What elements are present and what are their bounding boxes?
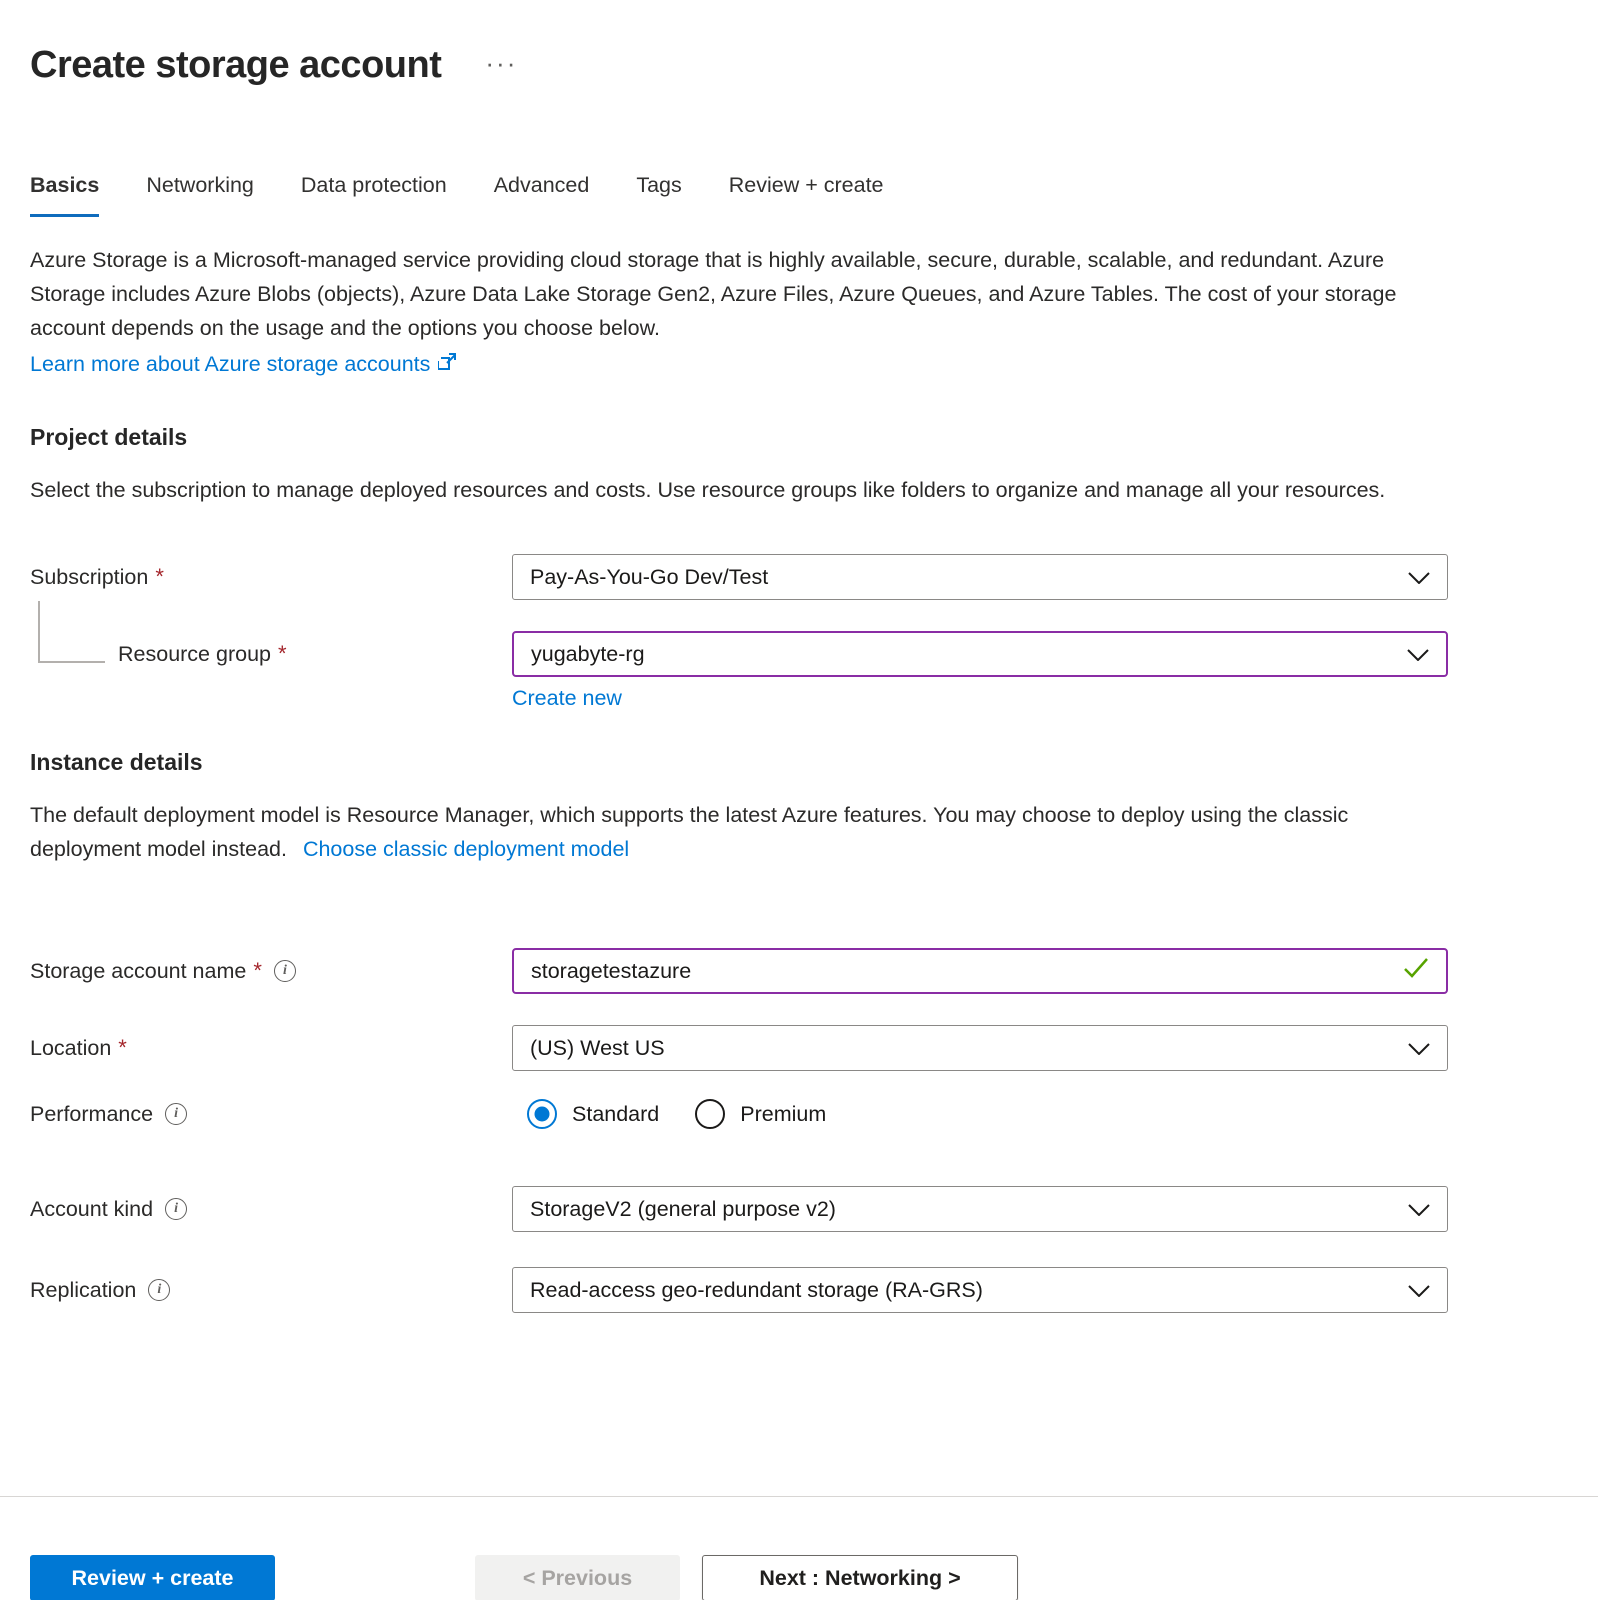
performance-row: Performance i Standard Premium xyxy=(30,1099,1568,1129)
replication-select[interactable]: Read-access geo-redundant storage (RA-GR… xyxy=(512,1267,1448,1313)
resource-group-value: yugabyte-rg xyxy=(531,642,645,667)
more-menu-button[interactable]: ··· xyxy=(485,50,517,76)
review-create-button[interactable]: Review + create xyxy=(30,1555,275,1600)
project-details-description: Select the subscription to manage deploy… xyxy=(30,473,1442,507)
performance-label: Performance i xyxy=(30,1102,512,1127)
create-new-link[interactable]: Create new xyxy=(512,686,622,711)
tab-data-protection[interactable]: Data protection xyxy=(301,173,447,217)
location-value: (US) West US xyxy=(530,1036,665,1061)
resource-group-select[interactable]: yugabyte-rg xyxy=(512,631,1448,677)
location-select[interactable]: (US) West US xyxy=(512,1025,1448,1071)
tab-advanced[interactable]: Advanced xyxy=(494,173,590,217)
account-kind-value: StorageV2 (general purpose v2) xyxy=(530,1197,836,1222)
account-kind-row: Account kind i StorageV2 (general purpos… xyxy=(30,1186,1568,1232)
footer-actions: Review + create < Previous Next : Networ… xyxy=(30,1555,1568,1600)
performance-radio-group: Standard Premium xyxy=(512,1099,1448,1129)
resource-group-label: Resource group * xyxy=(30,641,512,667)
chevron-down-icon xyxy=(1408,1036,1430,1061)
learn-more-link[interactable]: Learn more about Azure storage accounts xyxy=(30,348,458,380)
required-asterisk: * xyxy=(118,1035,127,1061)
info-icon[interactable]: i xyxy=(165,1198,187,1220)
resource-group-row: Resource group * yugabyte-rg xyxy=(30,631,1568,677)
location-row: Location * (US) West US xyxy=(30,1025,1568,1071)
wizard-tabs: Basics Networking Data protection Advanc… xyxy=(30,173,1568,217)
choose-classic-deployment-link[interactable]: Choose classic deployment model xyxy=(303,837,629,861)
location-label: Location * xyxy=(30,1035,512,1061)
subscription-select[interactable]: Pay-As-You-Go Dev/Test xyxy=(512,554,1448,600)
tab-basics[interactable]: Basics xyxy=(30,173,99,217)
next-networking-button[interactable]: Next : Networking > xyxy=(702,1555,1018,1600)
storage-account-name-input[interactable] xyxy=(531,959,1403,984)
instance-details-description: The default deployment model is Resource… xyxy=(30,798,1420,866)
required-asterisk: * xyxy=(278,641,287,667)
info-icon[interactable]: i xyxy=(165,1103,187,1125)
replication-label: Replication i xyxy=(30,1278,512,1303)
account-kind-label: Account kind i xyxy=(30,1197,512,1222)
performance-option-standard[interactable]: Standard xyxy=(527,1099,659,1129)
tab-networking[interactable]: Networking xyxy=(146,173,254,217)
info-icon[interactable]: i xyxy=(148,1279,170,1301)
chevron-down-icon xyxy=(1407,642,1429,667)
replication-value: Read-access geo-redundant storage (RA-GR… xyxy=(530,1278,983,1303)
chevron-down-icon xyxy=(1408,565,1430,590)
chevron-down-icon xyxy=(1408,1278,1430,1303)
required-asterisk: * xyxy=(155,564,164,590)
subscription-value: Pay-As-You-Go Dev/Test xyxy=(530,565,768,590)
subscription-label: Subscription * xyxy=(30,564,512,590)
replication-row: Replication i Read-access geo-redundant … xyxy=(30,1267,1568,1313)
footer-divider xyxy=(0,1496,1598,1497)
learn-more-label: Learn more about Azure storage accounts xyxy=(30,349,430,379)
intro-text: Azure Storage is a Microsoft-managed ser… xyxy=(30,243,1442,345)
page-title: Create storage account xyxy=(30,44,441,87)
storage-account-name-label: Storage account name * i xyxy=(30,958,512,984)
valid-check-icon xyxy=(1403,957,1429,985)
radio-selected-icon xyxy=(527,1099,557,1129)
external-link-icon xyxy=(438,350,458,380)
required-asterisk: * xyxy=(253,958,262,984)
account-kind-select[interactable]: StorageV2 (general purpose v2) xyxy=(512,1186,1448,1232)
performance-option-premium[interactable]: Premium xyxy=(695,1099,826,1129)
page-header: Create storage account ··· xyxy=(30,44,1568,87)
previous-button[interactable]: < Previous xyxy=(475,1555,680,1600)
radio-unselected-icon xyxy=(695,1099,725,1129)
subscription-row: Subscription * Pay-As-You-Go Dev/Test xyxy=(30,554,1568,600)
hierarchy-connector-line xyxy=(38,601,105,663)
tab-tags[interactable]: Tags xyxy=(636,173,681,217)
storage-account-name-field xyxy=(512,948,1448,994)
project-details-heading: Project details xyxy=(30,424,1568,451)
storage-account-name-row: Storage account name * i xyxy=(30,948,1568,994)
chevron-down-icon xyxy=(1408,1197,1430,1222)
info-icon[interactable]: i xyxy=(274,960,296,982)
tab-review-create[interactable]: Review + create xyxy=(729,173,884,217)
instance-details-heading: Instance details xyxy=(30,749,1568,776)
